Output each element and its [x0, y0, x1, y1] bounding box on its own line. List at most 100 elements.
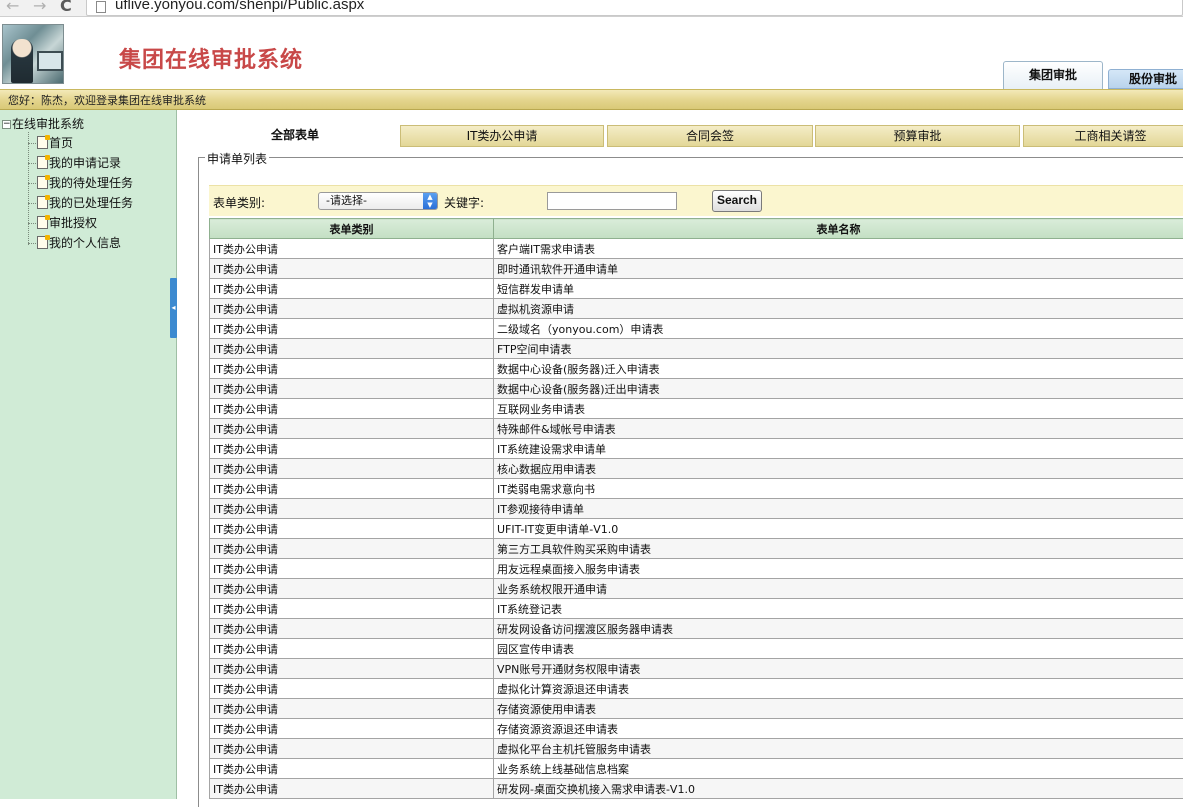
- tree-root[interactable]: −在线审批系统: [2, 115, 84, 132]
- cell-form-name[interactable]: 业务系统权限开通申请: [494, 579, 1183, 599]
- cell-form-name[interactable]: 数据中心设备(服务器)迁出申请表: [494, 379, 1183, 399]
- cell-form-category: IT类办公申请: [210, 779, 494, 799]
- cell-form-name[interactable]: 园区宣传申请表: [494, 639, 1183, 659]
- table-row[interactable]: IT类办公申请短信群发申请单: [210, 279, 1183, 299]
- category-select[interactable]: -请选择- ▲▼: [318, 192, 438, 210]
- tree-collapse-icon[interactable]: −: [2, 120, 11, 129]
- sidebar-item-label: 审批授权: [49, 216, 97, 230]
- table-row[interactable]: IT类办公申请虚拟化计算资源退还申请表: [210, 679, 1183, 699]
- tab-it-office[interactable]: IT类办公申请: [400, 125, 604, 147]
- back-arrow-icon[interactable]: ←: [6, 0, 19, 15]
- cell-form-name[interactable]: 虚拟化计算资源退还申请表: [494, 679, 1183, 699]
- category-label: 表单类别:: [213, 194, 265, 211]
- sidebar-item-processed-tasks[interactable]: 我的已处理任务: [28, 194, 133, 211]
- table-row[interactable]: IT类办公申请VPN账号开通财务权限申请表: [210, 659, 1183, 679]
- cell-form-name[interactable]: 研发网设备访问摆渡区服务器申请表: [494, 619, 1183, 639]
- table-row[interactable]: IT类办公申请核心数据应用申请表: [210, 459, 1183, 479]
- sidebar-item-label: 我的申请记录: [49, 156, 121, 170]
- tab-all-forms[interactable]: 全部表单: [245, 125, 345, 147]
- header-photo: [2, 24, 64, 84]
- cell-form-category: IT类办公申请: [210, 439, 494, 459]
- cell-form-category: IT类办公申请: [210, 619, 494, 639]
- cell-form-name[interactable]: 特殊邮件&域帐号申请表: [494, 419, 1183, 439]
- table-row[interactable]: IT类办公申请业务系统上线基础信息档案: [210, 759, 1183, 779]
- sidebar-collapse-handle[interactable]: ◂: [170, 278, 177, 338]
- cell-form-name[interactable]: 虚拟机资源申请: [494, 299, 1183, 319]
- tab-contract-sign[interactable]: 合同会签: [607, 125, 813, 147]
- table-row[interactable]: IT类办公申请用友远程桌面接入服务申请表: [210, 559, 1183, 579]
- forward-arrow-icon[interactable]: →: [33, 0, 46, 15]
- table-row[interactable]: IT类办公申请二级域名（yonyou.com）申请表: [210, 319, 1183, 339]
- table-row[interactable]: IT类办公申请数据中心设备(服务器)迁入申请表: [210, 359, 1183, 379]
- table-row[interactable]: IT类办公申请UFIT-IT变更申请单-V1.0: [210, 519, 1183, 539]
- table-row[interactable]: IT类办公申请互联网业务申请表: [210, 399, 1183, 419]
- address-bar[interactable]: uflive.yonyou.com/shenpi/Public.aspx: [86, 0, 1183, 16]
- table-row[interactable]: IT类办公申请虚拟机资源申请: [210, 299, 1183, 319]
- cell-form-name[interactable]: 虚拟化平台主机托管服务申请表: [494, 739, 1183, 759]
- keyword-input[interactable]: [547, 192, 677, 210]
- table-row[interactable]: IT类办公申请即时通讯软件开通申请单: [210, 259, 1183, 279]
- table-row[interactable]: IT类办公申请虚拟化平台主机托管服务申请表: [210, 739, 1183, 759]
- table-row[interactable]: IT类办公申请FTP空间申请表: [210, 339, 1183, 359]
- cell-form-name[interactable]: 存储资源资源退还申请表: [494, 719, 1183, 739]
- tab-budget-approval[interactable]: 预算审批: [815, 125, 1020, 147]
- search-button[interactable]: Search: [712, 190, 762, 212]
- cell-form-name[interactable]: 用友远程桌面接入服务申请表: [494, 559, 1183, 579]
- cell-form-name[interactable]: 二级域名（yonyou.com）申请表: [494, 319, 1183, 339]
- cell-form-category: IT类办公申请: [210, 279, 494, 299]
- sidebar-item-home[interactable]: 首页: [28, 134, 73, 151]
- cell-form-category: IT类办公申请: [210, 399, 494, 419]
- table-row[interactable]: IT类办公申请存储资源资源退还申请表: [210, 719, 1183, 739]
- reload-icon[interactable]: C: [60, 0, 72, 15]
- cell-form-name[interactable]: 研发网-桌面交换机接入需求申请表-V1.0: [494, 779, 1183, 799]
- document-icon: [37, 136, 48, 149]
- cell-form-category: IT类办公申请: [210, 639, 494, 659]
- sidebar: −在线审批系统 首页 我的申请记录 我的待处理任务 我的已处理任务 审批授权 我…: [0, 110, 177, 799]
- table-row[interactable]: IT类办公申请业务系统权限开通申请: [210, 579, 1183, 599]
- cell-form-category: IT类办公申请: [210, 739, 494, 759]
- table-row[interactable]: IT类办公申请数据中心设备(服务器)迁出申请表: [210, 379, 1183, 399]
- cell-form-category: IT类办公申请: [210, 459, 494, 479]
- cell-form-name[interactable]: IT系统建设需求申请单: [494, 439, 1183, 459]
- cell-form-name[interactable]: IT类弱电需求意向书: [494, 479, 1183, 499]
- cell-form-name[interactable]: FTP空间申请表: [494, 339, 1183, 359]
- cell-form-name[interactable]: 互联网业务申请表: [494, 399, 1183, 419]
- cell-form-name[interactable]: 数据中心设备(服务器)迁入申请表: [494, 359, 1183, 379]
- cell-form-category: IT类办公申请: [210, 259, 494, 279]
- cell-form-name[interactable]: 短信群发申请单: [494, 279, 1183, 299]
- sidebar-item-pending-tasks[interactable]: 我的待处理任务: [28, 174, 133, 191]
- table-row[interactable]: IT类办公申请客户端IT需求申请表: [210, 239, 1183, 259]
- table-row[interactable]: IT类办公申请园区宣传申请表: [210, 639, 1183, 659]
- sidebar-item-label: 我的待处理任务: [49, 176, 133, 190]
- cell-form-name[interactable]: IT参观接待申请单: [494, 499, 1183, 519]
- tab-group-approval[interactable]: 集团审批: [1003, 61, 1103, 89]
- table-row[interactable]: IT类办公申请特殊邮件&域帐号申请表: [210, 419, 1183, 439]
- cell-form-name[interactable]: 客户端IT需求申请表: [494, 239, 1183, 259]
- cell-form-name[interactable]: 业务系统上线基础信息档案: [494, 759, 1183, 779]
- sidebar-item-approval-delegation[interactable]: 审批授权: [28, 214, 97, 231]
- tab-business-related[interactable]: 工商相关请签: [1023, 125, 1183, 147]
- table-row[interactable]: IT类办公申请IT系统建设需求申请单: [210, 439, 1183, 459]
- cell-form-name[interactable]: 核心数据应用申请表: [494, 459, 1183, 479]
- table-row[interactable]: IT类办公申请研发网设备访问摆渡区服务器申请表: [210, 619, 1183, 639]
- sidebar-item-my-requests[interactable]: 我的申请记录: [28, 154, 121, 171]
- cell-form-name[interactable]: 存储资源使用申请表: [494, 699, 1183, 719]
- document-icon: [37, 156, 48, 169]
- cell-form-name[interactable]: IT系统登记表: [494, 599, 1183, 619]
- table-row[interactable]: IT类办公申请研发网-桌面交换机接入需求申请表-V1.0: [210, 779, 1183, 799]
- sidebar-item-profile[interactable]: 我的个人信息: [28, 234, 121, 251]
- cell-form-name[interactable]: UFIT-IT变更申请单-V1.0: [494, 519, 1183, 539]
- table-row[interactable]: IT类办公申请IT系统登记表: [210, 599, 1183, 619]
- cell-form-name[interactable]: VPN账号开通财务权限申请表: [494, 659, 1183, 679]
- table-row[interactable]: IT类办公申请存储资源使用申请表: [210, 699, 1183, 719]
- table-row[interactable]: IT类办公申请第三方工具软件购买采购申请表: [210, 539, 1183, 559]
- cell-form-category: IT类办公申请: [210, 339, 494, 359]
- tab-share-approval[interactable]: 股份审批: [1108, 69, 1183, 89]
- cell-form-name[interactable]: 第三方工具软件购买采购申请表: [494, 539, 1183, 559]
- cell-form-category: IT类办公申请: [210, 299, 494, 319]
- tree-connector: [28, 223, 36, 224]
- table-row[interactable]: IT类办公申请IT参观接待申请单: [210, 499, 1183, 519]
- search-bar: 表单类别: -请选择- ▲▼ 关键字: Search: [209, 185, 1183, 216]
- table-row[interactable]: IT类办公申请IT类弱电需求意向书: [210, 479, 1183, 499]
- cell-form-name[interactable]: 即时通讯软件开通申请单: [494, 259, 1183, 279]
